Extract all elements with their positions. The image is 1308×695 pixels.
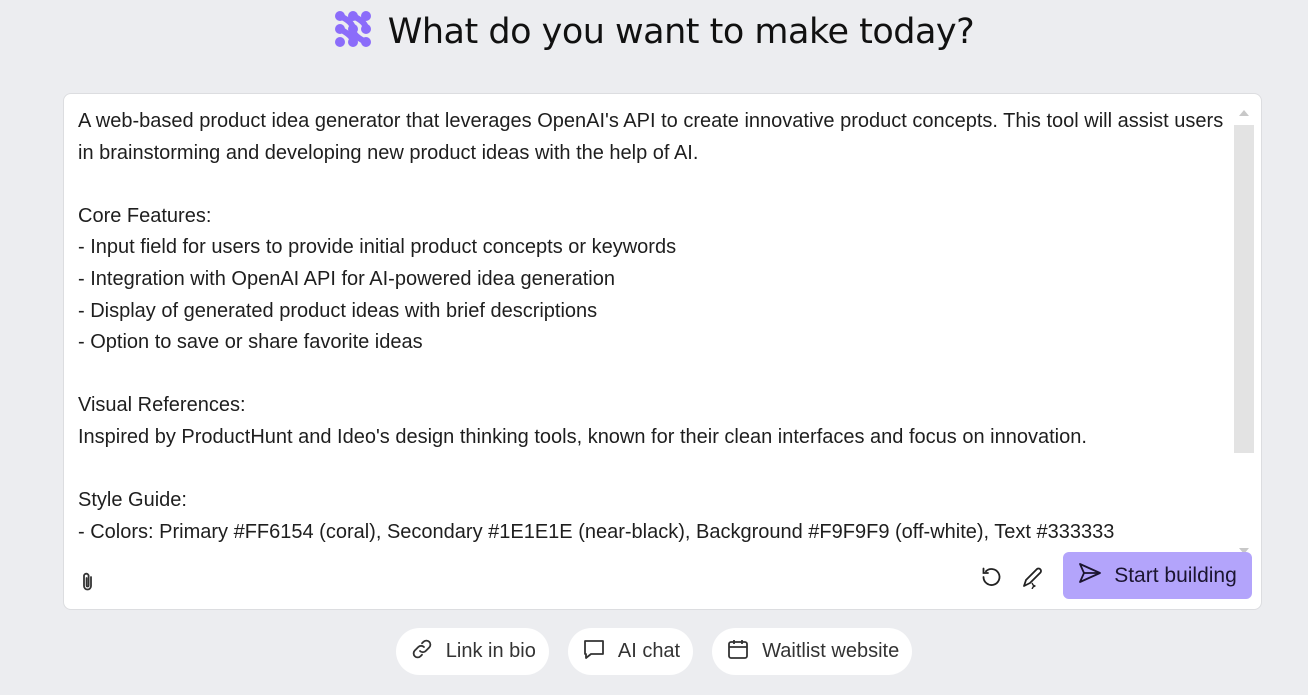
start-building-button[interactable]: Start building xyxy=(1063,552,1252,599)
dots-logo-icon xyxy=(334,10,372,53)
scroll-up-arrow[interactable] xyxy=(1239,110,1249,116)
paperclip-icon[interactable] xyxy=(77,570,99,594)
page-header: What do you want to make today? xyxy=(0,10,1308,53)
chip-label: Link in bio xyxy=(445,640,536,662)
link-icon xyxy=(410,637,434,667)
start-building-label: Start building xyxy=(1114,563,1237,587)
prompt-input[interactable]: A web-based product idea generator that … xyxy=(78,106,1228,546)
scrollbar-thumb[interactable] xyxy=(1234,125,1254,453)
chip-label: AI chat xyxy=(617,640,681,662)
chip-label: Waitlist website xyxy=(762,640,900,662)
chip-link-in-bio[interactable]: Link in bio xyxy=(395,628,549,675)
prompt-card: A web-based product idea generator that … xyxy=(63,93,1262,610)
chip-ai-chat[interactable]: AI chat xyxy=(567,628,694,675)
undo-icon[interactable] xyxy=(978,564,1004,590)
suggestion-chips: Link in bio AI chat Waitlist website xyxy=(0,628,1308,675)
chip-waitlist-website[interactable]: Waitlist website xyxy=(712,628,913,675)
pen-sparkle-icon[interactable] xyxy=(1020,564,1046,590)
chat-bubble-icon xyxy=(582,637,606,667)
prompt-scrollbar[interactable] xyxy=(1234,108,1254,554)
send-icon xyxy=(1078,562,1102,590)
calendar-icon xyxy=(726,637,750,667)
page-title: What do you want to make today? xyxy=(387,11,975,52)
